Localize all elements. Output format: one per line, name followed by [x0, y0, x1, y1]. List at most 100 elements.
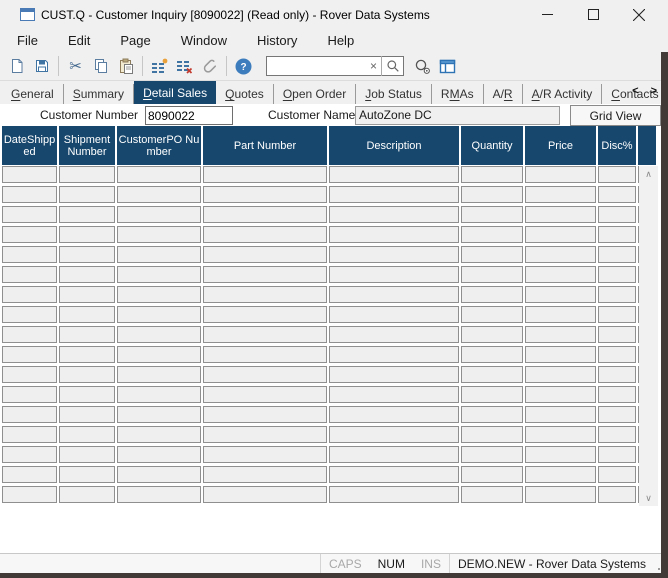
- table-cell[interactable]: [59, 426, 115, 443]
- table-cell[interactable]: [2, 466, 57, 483]
- table-cell[interactable]: [598, 386, 636, 403]
- table-cell[interactable]: [117, 346, 201, 363]
- column-header-customerpo-number[interactable]: CustomerPO Number: [117, 126, 201, 165]
- table-cell[interactable]: [2, 326, 57, 343]
- table-cell[interactable]: [598, 186, 636, 203]
- table-cell[interactable]: [598, 486, 636, 503]
- table-cell[interactable]: [203, 186, 327, 203]
- table-cell[interactable]: [525, 226, 596, 243]
- table-cell[interactable]: [59, 206, 115, 223]
- column-header-disc[interactable]: Disc%: [598, 126, 636, 165]
- table-cell[interactable]: [598, 246, 636, 263]
- table-cell[interactable]: [598, 366, 636, 383]
- table-cell[interactable]: [329, 446, 459, 463]
- table-cell[interactable]: [525, 186, 596, 203]
- table-cell[interactable]: [59, 186, 115, 203]
- table-cell[interactable]: [117, 186, 201, 203]
- tab-quotes[interactable]: Quotes: [216, 84, 274, 104]
- tab-general[interactable]: General: [2, 84, 64, 104]
- tab-detail-sales[interactable]: Detail Sales: [134, 81, 216, 104]
- table-cell[interactable]: [461, 206, 523, 223]
- menu-item-help[interactable]: Help: [317, 31, 364, 50]
- table-cell[interactable]: [59, 446, 115, 463]
- table-cell[interactable]: [598, 346, 636, 363]
- table-cell[interactable]: [117, 466, 201, 483]
- vertical-scrollbar[interactable]: ∧ ∨: [639, 166, 658, 506]
- table-cell[interactable]: [329, 466, 459, 483]
- table-cell[interactable]: [461, 186, 523, 203]
- table-cell[interactable]: [329, 406, 459, 423]
- table-cell[interactable]: [598, 466, 636, 483]
- table-cell[interactable]: [117, 166, 201, 183]
- customer-number-field[interactable]: [145, 106, 233, 125]
- table-cell[interactable]: [525, 206, 596, 223]
- table-cell[interactable]: [329, 306, 459, 323]
- table-cell[interactable]: [329, 266, 459, 283]
- table-cell[interactable]: [2, 486, 57, 503]
- table-cell[interactable]: [2, 266, 57, 283]
- new-document-icon[interactable]: [4, 54, 29, 79]
- help-icon[interactable]: ?: [231, 54, 256, 79]
- table-cell[interactable]: [598, 406, 636, 423]
- table-cell[interactable]: [525, 386, 596, 403]
- table-cell[interactable]: [461, 366, 523, 383]
- table-cell[interactable]: [117, 246, 201, 263]
- table-cell[interactable]: [203, 206, 327, 223]
- table-cell[interactable]: [117, 286, 201, 303]
- table-cell[interactable]: [461, 326, 523, 343]
- table-cell[interactable]: [598, 206, 636, 223]
- table-cell[interactable]: [117, 486, 201, 503]
- table-cell[interactable]: [203, 226, 327, 243]
- table-cell[interactable]: [329, 166, 459, 183]
- table-cell[interactable]: [2, 386, 57, 403]
- table-cell[interactable]: [525, 286, 596, 303]
- column-header-dateshipped[interactable]: DateShipped: [2, 126, 57, 165]
- table-cell[interactable]: [2, 226, 57, 243]
- table-cell[interactable]: [203, 266, 327, 283]
- lookup-icon[interactable]: [410, 54, 435, 79]
- table-cell[interactable]: [117, 306, 201, 323]
- table-cell[interactable]: [59, 326, 115, 343]
- tab-a-r-activity[interactable]: A/R Activity: [523, 84, 603, 104]
- table-cell[interactable]: [525, 366, 596, 383]
- table-cell[interactable]: [461, 246, 523, 263]
- table-cell[interactable]: [598, 326, 636, 343]
- table-cell[interactable]: [598, 266, 636, 283]
- table-cell[interactable]: [203, 246, 327, 263]
- insert-row-icon[interactable]: [147, 54, 172, 79]
- table-cell[interactable]: [525, 466, 596, 483]
- table-cell[interactable]: [525, 166, 596, 183]
- column-header-price[interactable]: Price: [525, 126, 596, 165]
- table-cell[interactable]: [203, 306, 327, 323]
- table-cell[interactable]: [525, 326, 596, 343]
- table-cell[interactable]: [203, 406, 327, 423]
- table-cell[interactable]: [117, 426, 201, 443]
- table-cell[interactable]: [59, 466, 115, 483]
- table-cell[interactable]: [461, 446, 523, 463]
- search-input[interactable]: [267, 58, 366, 74]
- maximize-button[interactable]: [570, 0, 616, 29]
- tab-a-r[interactable]: A/R: [484, 84, 523, 104]
- table-cell[interactable]: [2, 346, 57, 363]
- tab-job-status[interactable]: Job Status: [356, 84, 432, 104]
- table-cell[interactable]: [525, 426, 596, 443]
- table-cell[interactable]: [329, 426, 459, 443]
- table-cell[interactable]: [461, 386, 523, 403]
- table-cell[interactable]: [461, 426, 523, 443]
- table-cell[interactable]: [2, 286, 57, 303]
- table-cell[interactable]: [461, 226, 523, 243]
- table-cell[interactable]: [461, 466, 523, 483]
- table-cell[interactable]: [203, 166, 327, 183]
- delete-row-icon[interactable]: [172, 54, 197, 79]
- table-cell[interactable]: [117, 406, 201, 423]
- table-cell[interactable]: [525, 266, 596, 283]
- menu-item-window[interactable]: Window: [171, 31, 237, 50]
- table-cell[interactable]: [117, 386, 201, 403]
- table-cell[interactable]: [59, 286, 115, 303]
- table-cell[interactable]: [2, 246, 57, 263]
- column-header-part-number[interactable]: Part Number: [203, 126, 327, 165]
- table-cell[interactable]: [203, 446, 327, 463]
- table-cell[interactable]: [117, 226, 201, 243]
- table-cell[interactable]: [598, 166, 636, 183]
- column-header-description[interactable]: Description: [329, 126, 459, 165]
